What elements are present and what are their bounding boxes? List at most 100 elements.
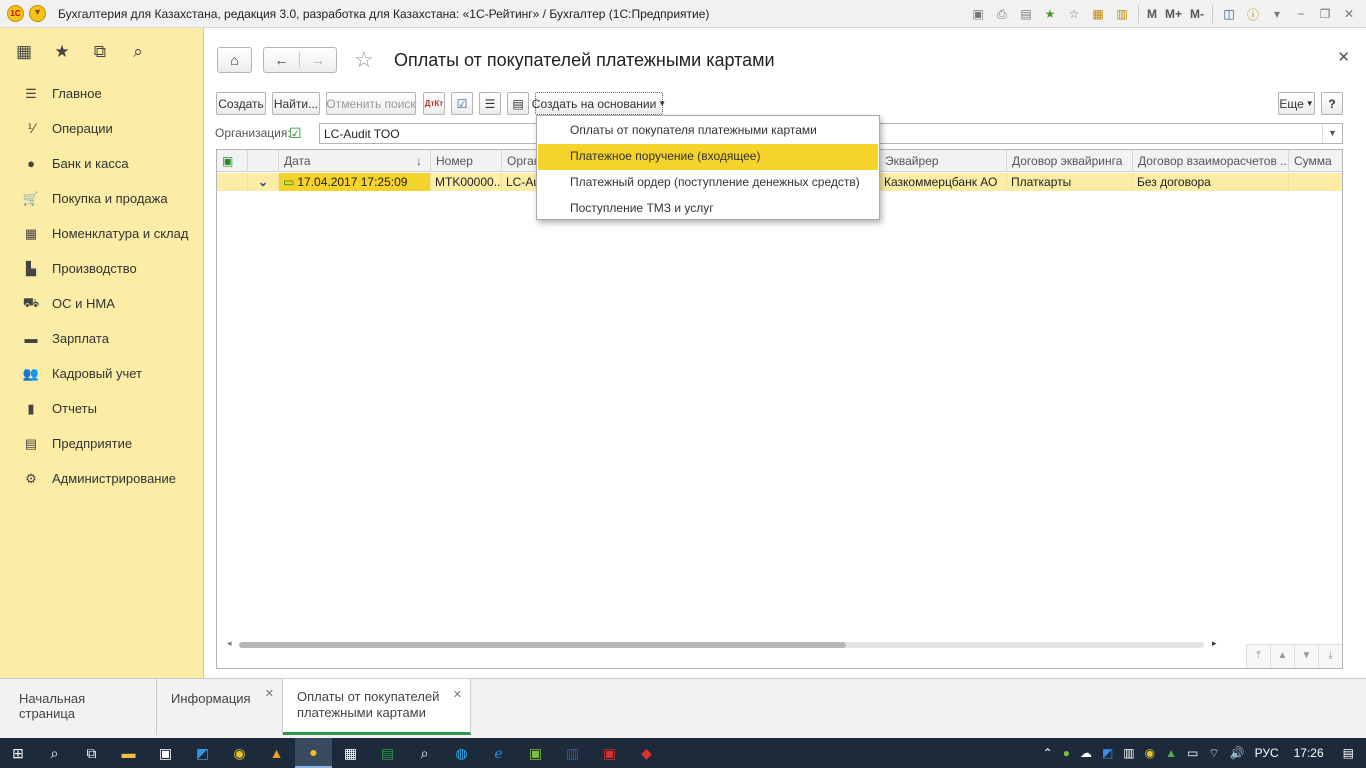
dt-kt-button[interactable]: ДтКт <box>423 92 445 115</box>
word-icon[interactable]: ▥ <box>554 738 591 768</box>
tray-expand-icon[interactable]: ⌃ <box>1043 746 1053 760</box>
outlook-icon[interactable]: ◩ <box>184 738 221 768</box>
cancel-search-button[interactable]: Отменить поиск <box>326 92 416 115</box>
chevron-down-icon[interactable]: ▾ <box>1266 3 1288 25</box>
tab-home[interactable]: Начальная страница <box>5 679 157 735</box>
people-tray-icon[interactable]: ● <box>1063 746 1070 760</box>
favorite-star-icon[interactable]: ☆ <box>354 47 374 73</box>
battery-icon[interactable]: ▭ <box>1187 746 1198 760</box>
close-tab-icon[interactable]: ✕ <box>453 687 462 703</box>
close-tab-icon[interactable]: ✕ <box>265 687 274 700</box>
more-button[interactable]: Еще ▼ <box>1278 92 1315 115</box>
go-first-icon[interactable]: ⤒ <box>1246 644 1270 668</box>
favorites-icon[interactable]: ☆ <box>1063 3 1085 25</box>
menu-item-cash-receipt-order[interactable]: Платежный ордер (поступление денежных ср… <box>537 170 879 196</box>
search-icon[interactable]: ⌕ <box>129 42 147 62</box>
language-indicator[interactable]: РУС <box>1255 746 1279 760</box>
document-print-button[interactable]: ▤ <box>507 92 529 115</box>
menu-item-payment-order-incoming[interactable]: Платежное поручение (входящее) <box>538 144 878 170</box>
scrollbar-thumb[interactable] <box>239 642 846 648</box>
sidebar-item-hr[interactable]: 👥 Кадровый учет <box>0 356 203 391</box>
minimize-icon[interactable]: − <box>1290 3 1312 25</box>
wifi-icon[interactable]: ⌔ <box>1208 746 1219 761</box>
tab-information[interactable]: Информация ✕ <box>157 679 283 735</box>
close-icon[interactable]: ✕ <box>1338 3 1360 25</box>
cell-acquiring-contract[interactable]: Платкарты <box>1007 173 1133 191</box>
save-icon[interactable]: ▣ <box>967 3 989 25</box>
windows-start-icon[interactable]: ⊞ <box>0 738 36 768</box>
page-down-icon[interactable]: ▼ <box>1294 644 1318 668</box>
column-date[interactable]: Дата ↓ <box>279 150 431 172</box>
menu-item-goods-receipt[interactable]: Поступление ТМЗ и услуг <box>537 196 879 222</box>
home-button[interactable]: ⌂ <box>217 47 252 73</box>
sidebar-item-administration[interactable]: ⚙ Администрирование <box>0 461 203 496</box>
info-icon[interactable]: ⓘ <box>1242 3 1264 25</box>
history-icon[interactable]: ⧉ <box>91 42 109 62</box>
cloud-tray-icon[interactable]: ☁ <box>1080 746 1092 760</box>
create-based-on-button[interactable]: Создать на основании ▼ <box>532 92 666 115</box>
organization-filter-checkbox[interactable]: ☑ <box>289 125 302 142</box>
page-up-icon[interactable]: ▲ <box>1270 644 1294 668</box>
cell-number[interactable]: MTK00000... <box>431 173 502 191</box>
preview-icon[interactable]: ▤ <box>1015 3 1037 25</box>
red-app-icon[interactable]: ▣ <box>591 738 628 768</box>
list-settings-button[interactable]: ☑ <box>451 92 473 115</box>
search-icon[interactable]: ⌕ <box>36 738 73 768</box>
sidebar-item-nomenclature[interactable]: ▦ Номенклатура и склад <box>0 216 203 251</box>
task-view-icon[interactable]: ⧉ <box>73 738 110 768</box>
store-icon[interactable]: ▣ <box>147 738 184 768</box>
outlook-tray-icon[interactable]: ◩ <box>1102 746 1113 760</box>
skype-icon[interactable]: ◍ <box>443 738 480 768</box>
favorites-star-icon[interactable]: ★ <box>53 42 71 62</box>
memory-plus-button[interactable]: M+ <box>1162 3 1185 25</box>
file-explorer-icon[interactable]: ▬ <box>110 738 147 768</box>
sidebar-item-bank[interactable]: ● Банк и касса <box>0 146 203 181</box>
magnifier-icon[interactable]: ⌕ <box>406 738 443 768</box>
memory-minus-button[interactable]: M- <box>1187 3 1207 25</box>
drive-tray-icon[interactable]: ▲ <box>1165 746 1177 760</box>
sidebar-item-purchase-sales[interactable]: 🛒 Покупка и продажа <box>0 181 203 216</box>
panels-icon[interactable]: ◫ <box>1218 3 1240 25</box>
cell-settlement-contract[interactable]: Без договора <box>1133 173 1289 191</box>
cell-acquirer[interactable]: Казкоммерцбанк АО <box>880 173 1007 191</box>
diamond-app-icon[interactable]: ◆ <box>628 738 665 768</box>
sidebar-item-operations[interactable]: ⅟ Операции <box>0 111 203 146</box>
scroll-left-icon[interactable]: ◂ <box>227 638 232 649</box>
calculator-icon[interactable]: ▦ <box>1087 3 1109 25</box>
triangle-app-icon[interactable]: ▲ <box>258 738 295 768</box>
network-tray-icon[interactable]: ▥ <box>1123 746 1134 760</box>
onec-app-icon[interactable]: ● <box>295 738 332 768</box>
sidebar-item-reports[interactable]: ▮ Отчеты <box>0 391 203 426</box>
memory-m-button[interactable]: M <box>1144 3 1160 25</box>
back-arrow-icon[interactable]: ← <box>264 52 300 68</box>
volume-icon[interactable]: 🔊 <box>1230 746 1245 760</box>
green-app-icon[interactable]: ▣ <box>517 738 554 768</box>
structure-button[interactable]: ☰ <box>479 92 501 115</box>
notifications-icon[interactable]: ▤ <box>1343 746 1354 760</box>
menu-item-card-payments[interactable]: Оплаты от покупателя платежными картами <box>537 118 879 144</box>
column-acquiring-contract[interactable]: Договор эквайринга <box>1007 150 1133 172</box>
sidebar-item-main[interactable]: ☰ Главное <box>0 76 203 111</box>
close-form-icon[interactable]: ✕ <box>1337 48 1350 66</box>
column-settlement-contract[interactable]: Договор взаиморасчетов ... <box>1133 150 1289 172</box>
cell-date[interactable]: ▭ 17.04.2017 17:25:09 <box>279 173 431 191</box>
chat-tray-icon[interactable]: ◉ <box>1145 746 1155 760</box>
restore-icon[interactable]: ❐ <box>1314 3 1336 25</box>
excel-icon[interactable]: ▤ <box>369 738 406 768</box>
app-logo-icon[interactable]: 1С <box>7 5 24 22</box>
chevron-down-icon[interactable]: ▼ <box>1322 124 1342 143</box>
column-sum[interactable]: Сумма <box>1289 150 1342 172</box>
clock[interactable]: 17:26 <box>1294 746 1324 760</box>
sidebar-item-fixed-assets[interactable]: ⛟ ОС и НМА <box>0 286 203 321</box>
chrome-icon[interactable]: ◉ <box>221 738 258 768</box>
sidebar-item-production[interactable]: ▙ Производство <box>0 251 203 286</box>
expand-chevrons-icon[interactable]: ⌄ <box>248 173 279 191</box>
edge-icon[interactable]: ℯ <box>480 738 517 768</box>
go-last-icon[interactable]: ⤓ <box>1318 644 1342 668</box>
scroll-right-icon[interactable]: ▸ <box>1212 638 1217 649</box>
column-acquirer[interactable]: Эквайрер <box>880 150 1007 172</box>
forward-arrow-icon[interactable]: → <box>300 52 336 68</box>
apps-grid-icon[interactable]: ▦ <box>15 42 33 62</box>
create-button[interactable]: Создать <box>216 92 266 115</box>
favorite-add-icon[interactable]: ★ <box>1039 3 1061 25</box>
